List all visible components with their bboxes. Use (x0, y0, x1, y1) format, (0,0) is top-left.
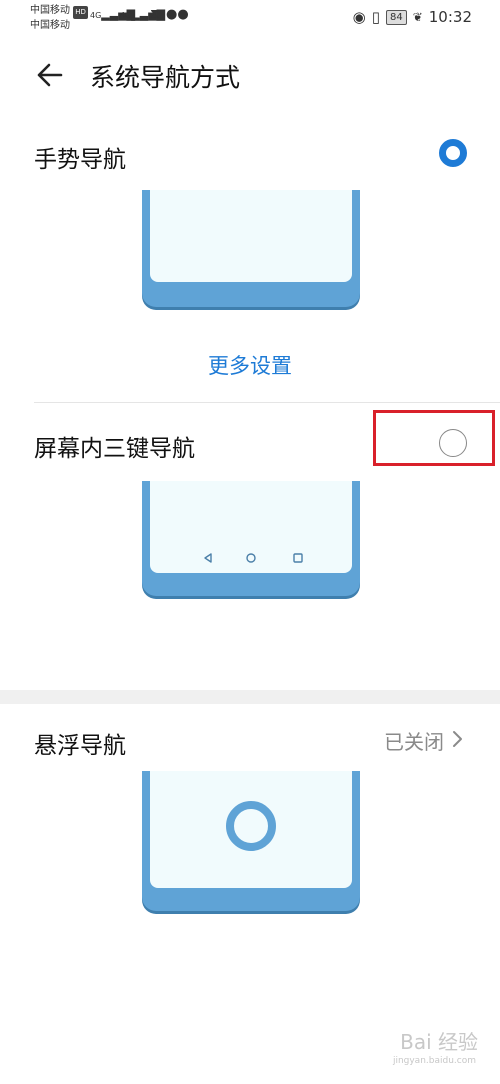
wechat-icon: ●● (166, 7, 189, 22)
option-floating-label[interactable]: 悬浮导航 (34, 726, 126, 760)
watermark-url: jingyan.baidu.com (392, 1056, 476, 1066)
highlight-box (373, 410, 495, 466)
radio-gesture-selected[interactable] (439, 139, 467, 167)
carrier-1: 中国移动 (30, 5, 70, 16)
divider (34, 402, 500, 403)
clock: 10:32 (428, 8, 472, 26)
status-bar: 中国移动 HD 中国移动 4G▂▃▅▇ 4G▂▃▅▇ ⧗ ●● ◉ ▯ 84 ❦… (0, 0, 500, 36)
three-key-preview (142, 481, 360, 601)
arrow-left-icon[interactable] (34, 60, 64, 90)
page-title: 系统导航方式 (90, 63, 241, 92)
header: 系统导航方式 (0, 52, 500, 100)
leaf-icon: ❦ (412, 10, 423, 24)
back-key-icon (204, 553, 212, 563)
more-settings-link[interactable]: 更多设置 (0, 350, 500, 380)
hd-badge: HD (73, 6, 88, 19)
floating-status[interactable]: 已关闭 (384, 726, 444, 755)
status-right: ◉ ▯ 84 ❦ 10:32 (353, 8, 472, 26)
chevron-right-icon[interactable] (450, 729, 464, 749)
home-key-icon (246, 553, 256, 563)
hourglass-icon: ⧗ (150, 7, 160, 22)
carrier-2: 中国移动 (30, 20, 70, 31)
option-gesture-label[interactable]: 手势导航 (34, 140, 126, 174)
battery-indicator: 84 (385, 9, 407, 25)
section-separator (0, 690, 500, 704)
recent-key-icon (293, 553, 303, 563)
floating-button-icon (226, 801, 276, 851)
carrier-info: 中国移动 HD 中国移动 (30, 4, 88, 32)
option-three-key-label[interactable]: 屏幕内三键导航 (34, 429, 195, 463)
eye-icon: ◉ (352, 8, 366, 26)
floating-preview (142, 771, 360, 921)
gesture-preview (142, 190, 360, 310)
watermark-logo: Bai 经验 (400, 1030, 478, 1054)
vibrate-icon: ▯ (371, 8, 380, 26)
